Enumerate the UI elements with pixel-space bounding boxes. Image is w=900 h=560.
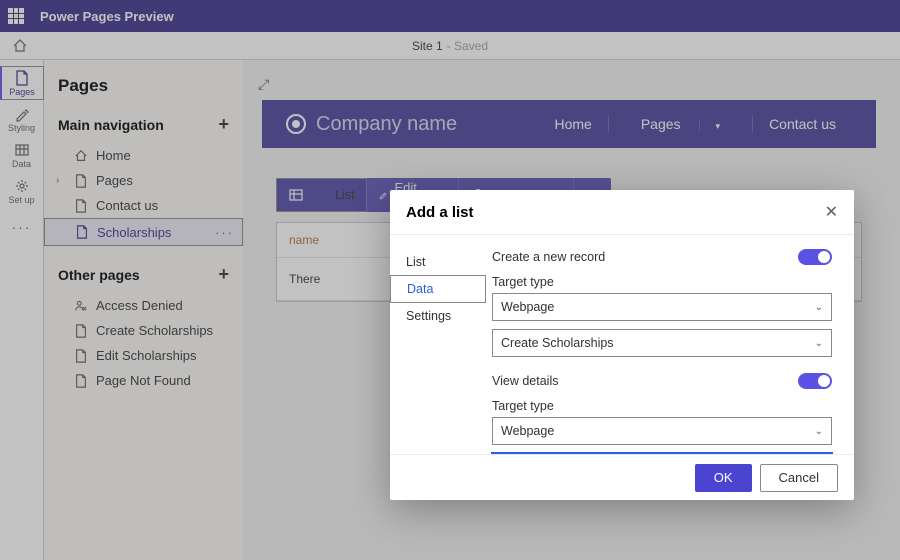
chevron-down-icon: ⌄: [815, 426, 823, 437]
tab-list[interactable]: List: [390, 249, 486, 275]
dialog-form: Create a new record Target type Webpage⌄…: [486, 235, 854, 454]
create-record-label: Create a new record: [492, 250, 605, 264]
tab-data[interactable]: Data: [390, 275, 486, 303]
ok-button[interactable]: OK: [695, 464, 752, 492]
target-type-label: Target type: [492, 275, 832, 289]
create-target-page-select[interactable]: Create Scholarships⌄: [492, 329, 832, 357]
close-icon[interactable]: ✕: [825, 202, 838, 222]
view-details-label: View details: [492, 374, 558, 388]
create-target-type-select[interactable]: Webpage⌄: [492, 293, 832, 321]
create-record-toggle[interactable]: [798, 249, 832, 265]
dialog-tabs: List Data Settings: [390, 235, 486, 454]
cancel-button[interactable]: Cancel: [760, 464, 838, 492]
add-a-list-dialog: Add a list ✕ List Data Settings Create a…: [390, 190, 854, 500]
view-details-toggle[interactable]: [798, 373, 832, 389]
dialog-title: Add a list: [406, 204, 474, 221]
view-target-page-select[interactable]: Edit Scholarships⌄: [492, 453, 832, 454]
chevron-down-icon: ⌄: [815, 302, 823, 313]
chevron-down-icon: ⌄: [815, 338, 823, 349]
tab-settings[interactable]: Settings: [390, 303, 486, 329]
view-target-type-select[interactable]: Webpage⌄: [492, 417, 832, 445]
target-type-label-2: Target type: [492, 399, 832, 413]
